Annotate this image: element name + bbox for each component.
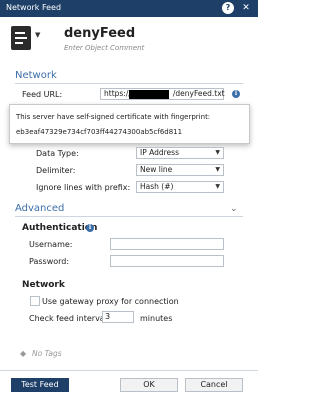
cancel-button[interactable]: Cancel xyxy=(185,378,243,392)
tooltip-fingerprint: eb3eaf47329e734cf703ff44274300ab5cf6d811 xyxy=(16,128,183,136)
feed-object-icon[interactable] xyxy=(11,26,31,50)
redacted-host xyxy=(129,90,169,99)
proxy-label: Use gateway proxy for connection xyxy=(42,297,179,306)
password-input[interactable] xyxy=(110,255,224,267)
delimiter-select[interactable]: New line ▼ xyxy=(136,164,224,176)
ignore-prefix-label: Ignore lines with prefix: xyxy=(36,183,131,192)
tag-icon[interactable]: ◆ xyxy=(20,349,26,358)
data-type-select[interactable]: IP Address ▼ xyxy=(136,147,224,159)
divider xyxy=(15,83,243,84)
chevron-down-icon: ▼ xyxy=(215,149,220,156)
feed-url-label: Feed URL: xyxy=(22,90,63,99)
data-type-label: Data Type: xyxy=(36,149,79,158)
section-network-title: Network xyxy=(15,70,57,81)
certificate-tooltip: This server have self-signed certificate… xyxy=(9,104,250,144)
divider xyxy=(15,216,243,217)
chevron-down-icon: ▼ xyxy=(215,183,220,190)
divider xyxy=(0,370,258,371)
chevron-down-icon[interactable]: ▼ xyxy=(35,31,40,39)
close-icon[interactable]: ✕ xyxy=(240,2,252,14)
section-advanced-title[interactable]: Advanced xyxy=(15,203,64,214)
info-icon[interactable]: i xyxy=(86,224,94,232)
tooltip-line-1: This server have self-signed certificate… xyxy=(16,113,211,121)
password-label: Password: xyxy=(29,257,70,266)
username-label: Username: xyxy=(29,240,73,249)
info-icon[interactable]: i xyxy=(232,90,240,98)
interval-unit: minutes xyxy=(140,314,173,323)
ok-button[interactable]: OK xyxy=(120,378,178,392)
object-name[interactable]: denyFeed xyxy=(64,26,135,41)
interval-input[interactable]: 3 xyxy=(102,311,134,323)
chevron-down-icon: ▼ xyxy=(215,166,220,173)
interval-label: Check feed interval xyxy=(29,314,107,323)
title-bar: Network Feed ? ✕ xyxy=(0,0,258,17)
delimiter-label: Delimiter: xyxy=(36,166,76,175)
ignore-prefix-select[interactable]: Hash (#) ▼ xyxy=(136,181,224,193)
proxy-checkbox[interactable] xyxy=(30,296,40,306)
window-title: Network Feed xyxy=(6,3,62,12)
test-feed-button[interactable]: Test Feed xyxy=(11,378,69,392)
network-subtitle: Network xyxy=(22,280,65,290)
username-input[interactable] xyxy=(110,238,224,250)
tags-field[interactable]: No Tags xyxy=(32,349,62,358)
object-comment-field[interactable]: Enter Object Comment xyxy=(64,44,144,52)
chevron-down-icon[interactable]: ⌄ xyxy=(230,204,238,214)
help-icon[interactable]: ? xyxy=(222,2,234,14)
